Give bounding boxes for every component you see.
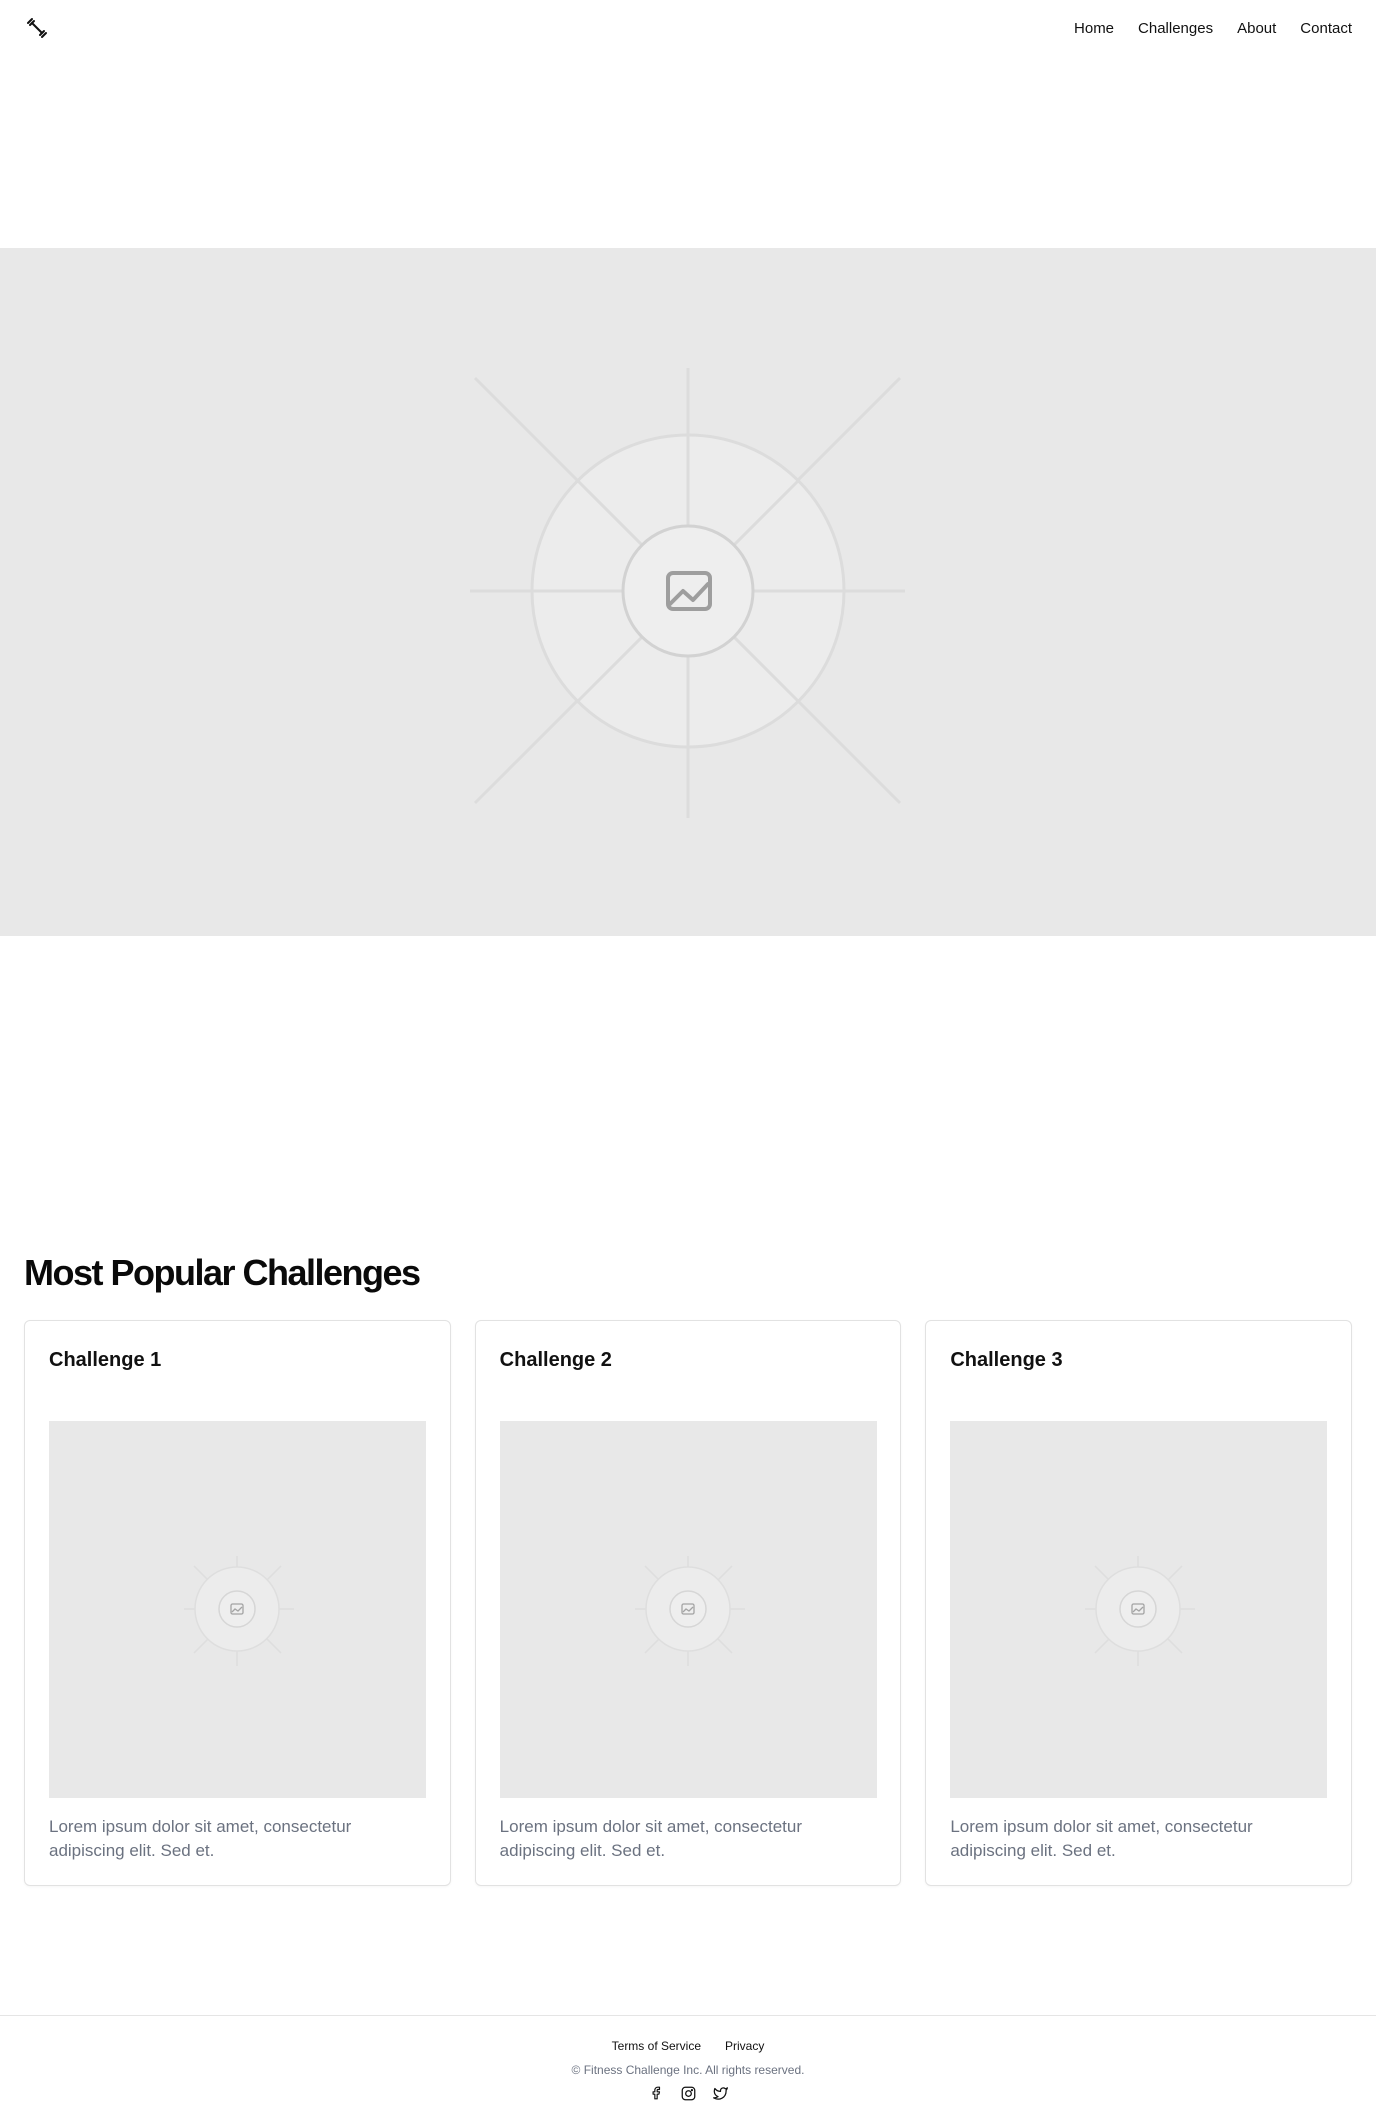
hero-image <box>0 248 1376 936</box>
nav-contact[interactable]: Contact <box>1300 20 1352 37</box>
card-image <box>950 1421 1328 1798</box>
site-footer: Terms of Service Privacy © Fitness Chall… <box>0 2015 1376 2128</box>
image-placeholder-icon <box>1085 1556 1196 1666</box>
footer-link-terms[interactable]: Terms of Service <box>612 2039 701 2053</box>
card-description: Lorem ipsum dolor sit amet, consectetur … <box>499 1817 803 1860</box>
main-nav: Home Challenges About Contact <box>1074 20 1352 37</box>
card-image <box>49 1421 426 1798</box>
card-image <box>499 1421 877 1798</box>
site-header: Home Challenges About Contact <box>0 0 1376 56</box>
twitter-icon[interactable] <box>712 2085 728 2101</box>
copyright-text: © Fitness Challenge Inc. All rights rese… <box>571 2063 805 2077</box>
card-title: Challenge 2 <box>499 1349 612 1371</box>
challenge-card[interactable]: Challenge 3 Lorem ipsum dolor sit amet, … <box>925 1320 1353 1886</box>
dumbbell-icon[interactable] <box>24 15 50 41</box>
card-description: Lorem ipsum dolor sit amet, consectetur … <box>950 1817 1253 1860</box>
challenge-card[interactable]: Challenge 1 Lorem ipsum dolor sit amet, … <box>24 1320 451 1886</box>
image-placeholder-icon <box>470 368 905 818</box>
nav-challenges[interactable]: Challenges <box>1138 20 1213 37</box>
card-title: Challenge 1 <box>49 1349 162 1371</box>
facebook-icon[interactable] <box>648 2085 664 2101</box>
section-title: Most Popular Challenges <box>24 1252 421 1293</box>
challenge-cards: Challenge 1 Lorem ipsum dolor sit amet, … <box>24 1320 1353 1886</box>
challenge-card[interactable]: Challenge 2 Lorem ipsum dolor sit amet, … <box>474 1320 902 1886</box>
nav-about[interactable]: About <box>1237 20 1276 37</box>
image-placeholder-icon <box>634 1556 745 1666</box>
nav-home[interactable]: Home <box>1074 20 1114 37</box>
card-title: Challenge 3 <box>950 1349 1063 1371</box>
social-links <box>0 2085 1376 2101</box>
instagram-icon[interactable] <box>680 2085 696 2101</box>
card-description: Lorem ipsum dolor sit amet, consectetur … <box>49 1817 352 1860</box>
footer-links: Terms of Service Privacy <box>0 2039 1376 2053</box>
image-placeholder-icon <box>184 1556 294 1666</box>
footer-link-privacy[interactable]: Privacy <box>725 2039 764 2053</box>
